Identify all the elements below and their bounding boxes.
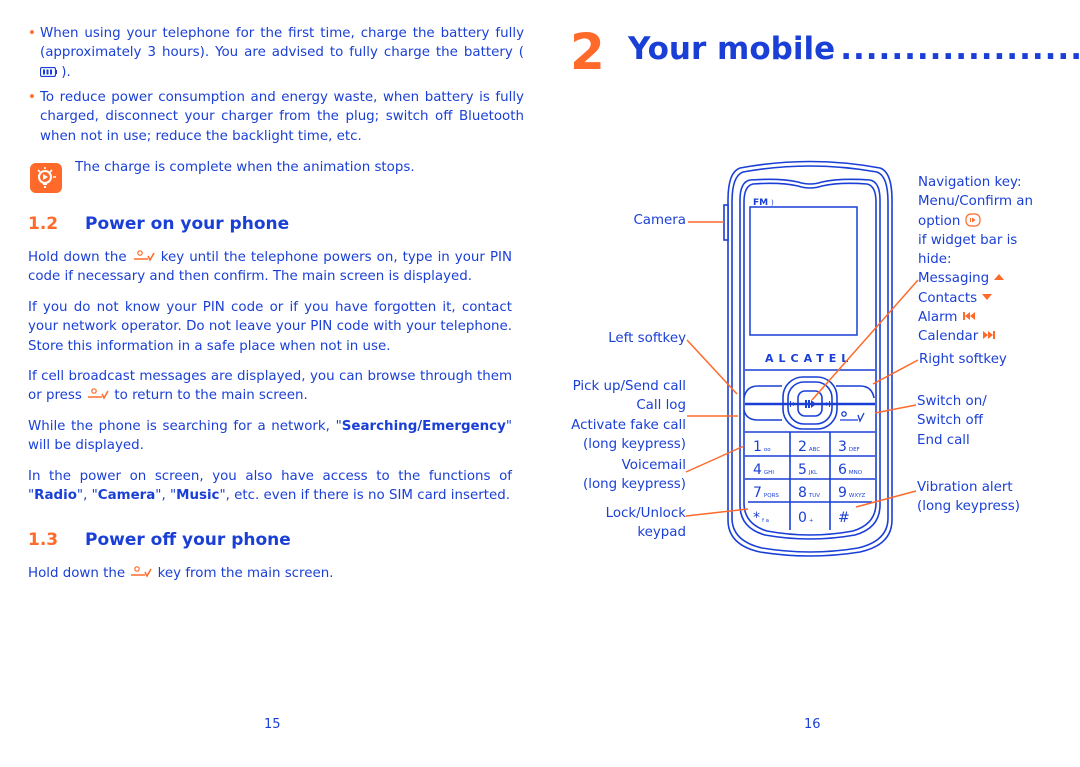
end-call-key-icon (88, 388, 109, 400)
end-call-key-icon (131, 566, 153, 578)
left-page: • When using your telephone for the firs… (0, 0, 540, 767)
label-vibration-alert: Vibration alert (long keypress) (917, 480, 1020, 515)
keypad-key-3: 3 DEF (838, 439, 860, 455)
lightbulb-tip-icon (30, 163, 62, 193)
keypad-key-1: 1 oo (753, 439, 771, 455)
label-navigation-key: Navigation key: Menu/Confirm an option i… (918, 175, 1034, 345)
bullet-dot: • (28, 26, 36, 41)
paragraph-power-on-screen: In the power on screen, you also have ac… (28, 469, 512, 504)
label-pickup: Pick up/Send call Call log Activate fake… (571, 379, 686, 452)
callout-left-softkey (686, 339, 738, 395)
page-number: 15 (264, 717, 281, 732)
left-softkey (743, 385, 782, 399)
paragraph-pin-code: If you do not know your PIN code or if y… (28, 300, 512, 354)
paragraph-searching: While the phone is searching for a netwo… (28, 419, 512, 454)
keypad-key-2: 2 ABC (798, 439, 820, 455)
right-softkey (836, 385, 875, 399)
section-heading-power-on: 1.2 Power on your phone (28, 214, 289, 234)
page-number: 16 (804, 717, 821, 732)
camera-side-key (723, 204, 729, 241)
section-title: Power off your phone (85, 530, 291, 550)
skip-right-icon (983, 331, 996, 340)
keypad-key-8: 8 TUV (798, 485, 820, 501)
right-page: 2Your mobile ........................ (540, 0, 1080, 767)
tip-text: The charge is complete when the animatio… (75, 160, 415, 175)
section-number: 1.3 (28, 530, 59, 550)
keypad-key-0: 0 + (798, 510, 814, 526)
callout-lock (685, 508, 749, 517)
section-heading-power-off: 1.3 Power off your phone (28, 530, 291, 550)
skip-left-icon (962, 312, 975, 321)
label-voicemail: Voicemail (long keypress) (583, 458, 686, 493)
arrow-down-icon (982, 293, 993, 300)
end-call-key-icon (133, 250, 155, 262)
callout-end-key (874, 404, 917, 414)
keypad-key-*: * f a (753, 510, 769, 526)
label-left-softkey: Left softkey (608, 331, 686, 346)
callout-nav (811, 279, 919, 401)
section-title: Power on your phone (85, 214, 290, 234)
radio-wave-icon: ) (771, 199, 774, 207)
keypad-key-7: 7 PQRS (753, 485, 779, 501)
battery-full-icon (40, 66, 57, 77)
label-switch-on-off: Switch on/ Switch off End call (917, 394, 987, 448)
bullet-charge-first-time: • When using your telephone for the firs… (28, 26, 524, 80)
fm-indicator: FM (753, 198, 768, 208)
paragraph-cell-broadcast: If cell broadcast messages are displayed… (28, 369, 512, 404)
label-lock-keypad: Lock/Unlock keypad (605, 506, 686, 541)
callout-voicemail (685, 445, 745, 473)
keypad-key-#: # (838, 510, 850, 526)
confirm-key-icon (965, 212, 981, 227)
call-key (743, 409, 782, 421)
keypad-labels: 1 oo 2 ABC 3 DEF 4 GHI 5 JKL 6 MNO 7 PQRS 8 TUV 9 WXYZ * f … (753, 439, 865, 526)
keypad-key-5: 5 JKL (798, 462, 818, 478)
keypad-key-4: 4 GHI (753, 462, 774, 478)
bullet-dot: • (28, 90, 36, 105)
bullet-reduce-power: • To reduce power consumption and energy… (28, 90, 524, 144)
keypad-key-9: 9 WXYZ (838, 485, 865, 501)
paragraph-power-off: Hold down the key from the main screen. (28, 566, 334, 581)
paragraph-hold-down: Hold down the key until the telephone po… (28, 250, 512, 285)
arrow-up-icon (994, 274, 1005, 281)
section-number: 1.2 (28, 214, 59, 234)
label-right-softkey: Right softkey (919, 352, 1007, 367)
keypad-key-6: 6 MNO (838, 462, 863, 478)
brand-logo: ALCATEL (765, 352, 853, 365)
label-camera: Camera (633, 213, 686, 228)
phone-screen (749, 206, 858, 336)
